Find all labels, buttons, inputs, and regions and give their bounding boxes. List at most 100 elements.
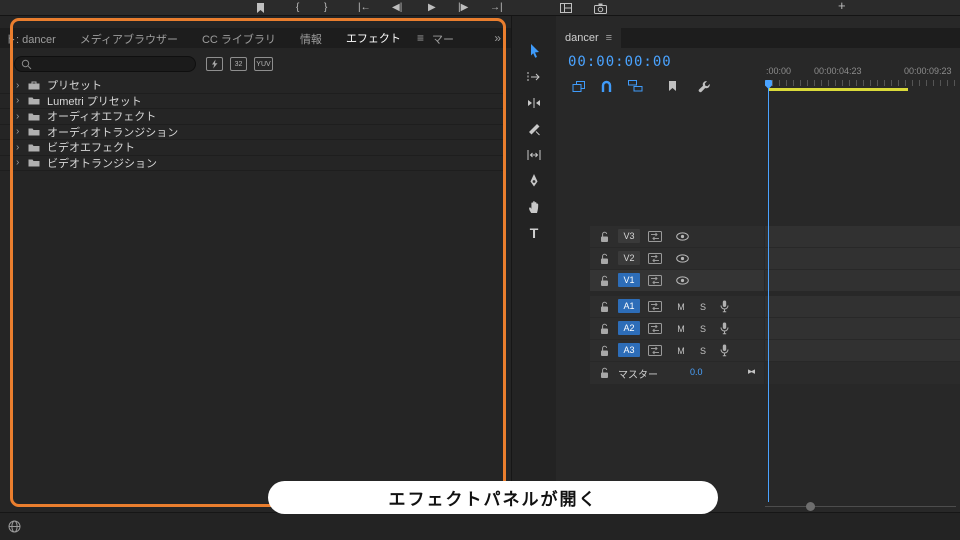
chevron-right-icon[interactable]: › — [16, 157, 27, 168]
mark-out-icon[interactable]: } — [324, 2, 327, 14]
toggle-track-output-eye-icon[interactable] — [676, 232, 689, 241]
yuv-badge-icon[interactable]: YUV — [254, 57, 273, 71]
panel-menu-icon[interactable]: ≡ — [606, 32, 612, 44]
workspace-grid-icon[interactable] — [560, 3, 572, 13]
effects-search-box[interactable] — [14, 56, 196, 72]
32bit-color-badge-icon[interactable]: 32 — [230, 57, 247, 71]
tree-item-video-transitions[interactable]: › ビデオトランジション — [0, 156, 503, 171]
track-content-a3[interactable] — [765, 340, 960, 361]
sync-lock-icon[interactable] — [648, 323, 662, 334]
track-name-v2[interactable]: V2 — [618, 251, 640, 265]
tree-item-video-effects[interactable]: › ビデオエフェクト — [0, 140, 503, 156]
voiceover-mic-icon[interactable] — [720, 322, 729, 335]
step-back-icon[interactable]: ◀| — [392, 2, 402, 14]
master-track-label: マスター — [618, 370, 658, 381]
track-content-v3[interactable] — [765, 226, 960, 247]
panel-menu-icon[interactable]: ≡ — [417, 31, 424, 45]
sync-lock-icon[interactable] — [648, 275, 662, 286]
add-marker-icon[interactable] — [668, 80, 677, 92]
lock-icon[interactable] — [600, 367, 609, 379]
voiceover-mic-icon[interactable] — [720, 344, 729, 357]
playhead-line[interactable] — [768, 82, 769, 502]
tab-media-browser[interactable]: メディアブラウザー — [80, 28, 178, 48]
track-name-a3[interactable]: A3 — [618, 343, 640, 357]
current-timecode[interactable]: 00:00:00:00 — [568, 54, 672, 70]
tab-effects[interactable]: エフェクト — [345, 28, 401, 48]
track-select-forward-tool-icon[interactable] — [522, 68, 546, 85]
tree-item-audio-effects[interactable]: › オーディオエフェクト — [0, 109, 503, 125]
tree-item-presets[interactable]: › プリセット — [0, 78, 503, 94]
toggle-track-output-eye-icon[interactable] — [676, 254, 689, 263]
chevron-right-icon[interactable]: › — [16, 80, 27, 91]
track-content-a1[interactable] — [765, 296, 960, 317]
sync-lock-icon[interactable] — [648, 253, 662, 264]
tab-cc-libraries[interactable]: CC ライブラリ — [202, 28, 276, 48]
solo-track-button[interactable]: S — [696, 322, 710, 335]
slip-tool-icon[interactable] — [522, 146, 546, 163]
snap-icon[interactable] — [600, 80, 613, 93]
timeline-settings-wrench-icon[interactable] — [698, 80, 711, 93]
sync-lock-icon[interactable] — [648, 301, 662, 312]
master-gain-value[interactable]: 0.0 — [690, 367, 703, 377]
step-forward-icon[interactable]: |▶ — [458, 2, 468, 14]
time-ruler[interactable] — [765, 80, 960, 86]
track-name-v1[interactable]: V1 — [618, 273, 640, 287]
mute-track-button[interactable]: M — [674, 322, 688, 335]
solo-track-button[interactable]: S — [696, 300, 710, 313]
lock-icon[interactable] — [600, 253, 609, 265]
timeline-scrollbar-handle[interactable] — [806, 502, 815, 511]
track-name-a2[interactable]: A2 — [618, 321, 640, 335]
lock-icon[interactable] — [600, 275, 609, 287]
tree-item-lumetri-presets[interactable]: › Lumetri プリセット — [0, 94, 503, 109]
lock-icon[interactable] — [600, 231, 609, 243]
tab-overflow-icon[interactable]: » — [494, 31, 501, 45]
accelerated-effects-badge-icon[interactable] — [206, 57, 223, 71]
mark-in-icon[interactable]: { — [296, 2, 299, 14]
preset-bin-icon — [28, 81, 40, 90]
timeline-scrollbar-track[interactable] — [765, 506, 956, 507]
keyframe-nav-icon[interactable]: ▸◂ — [748, 366, 755, 377]
globe-sync-icon[interactable] — [8, 520, 21, 533]
chevron-right-icon[interactable]: › — [16, 95, 27, 106]
ripple-edit-tool-icon[interactable] — [522, 94, 546, 111]
go-to-out-icon[interactable]: →| — [490, 2, 503, 14]
nest-sequence-icon[interactable] — [572, 80, 586, 93]
voiceover-mic-icon[interactable] — [720, 300, 729, 313]
tab-info[interactable]: 情報 — [300, 28, 322, 48]
lock-icon[interactable] — [600, 323, 609, 335]
track-content-v2[interactable] — [765, 248, 960, 269]
add-button-icon[interactable]: + — [838, 0, 846, 12]
track-content-v1[interactable]: dancer.mov — [765, 270, 960, 291]
chevron-right-icon[interactable]: › — [16, 126, 27, 137]
go-to-in-icon[interactable]: |← — [358, 2, 371, 14]
lock-icon[interactable] — [600, 345, 609, 357]
toggle-track-output-eye-icon[interactable] — [676, 276, 689, 285]
track-content-master[interactable] — [765, 362, 960, 384]
tab-markers[interactable]: マー — [432, 28, 454, 48]
export-frame-camera-icon[interactable] — [594, 3, 607, 14]
mute-track-button[interactable]: M — [674, 344, 688, 357]
tab-project[interactable]: ト: dancer — [5, 28, 56, 48]
track-name-a1[interactable]: A1 — [618, 299, 640, 313]
add-marker-icon[interactable] — [256, 2, 265, 14]
effects-search-input[interactable] — [36, 58, 186, 70]
tree-item-audio-transitions[interactable]: › オーディオトランジション — [0, 125, 503, 140]
play-icon[interactable]: ▶ — [428, 2, 436, 14]
chevron-right-icon[interactable]: › — [16, 111, 27, 122]
tab-sequence-dancer[interactable]: dancer ≡ — [556, 28, 622, 48]
pen-tool-icon[interactable] — [522, 172, 546, 189]
mute-track-button[interactable]: M — [674, 300, 688, 313]
track-content-a2[interactable] — [765, 318, 960, 339]
sync-lock-icon[interactable] — [648, 231, 662, 242]
solo-track-button[interactable]: S — [696, 344, 710, 357]
linked-selection-icon[interactable] — [628, 80, 643, 92]
selection-tool-icon[interactable] — [522, 42, 546, 59]
sync-lock-icon[interactable] — [648, 345, 662, 356]
lock-icon[interactable] — [600, 301, 609, 313]
razor-tool-icon[interactable] — [522, 120, 546, 137]
hand-tool-icon[interactable] — [522, 198, 546, 215]
track-name-v3[interactable]: V3 — [618, 229, 640, 243]
work-area-bar[interactable] — [768, 88, 908, 91]
chevron-right-icon[interactable]: › — [16, 142, 27, 153]
type-tool-icon[interactable]: T — [522, 224, 546, 241]
